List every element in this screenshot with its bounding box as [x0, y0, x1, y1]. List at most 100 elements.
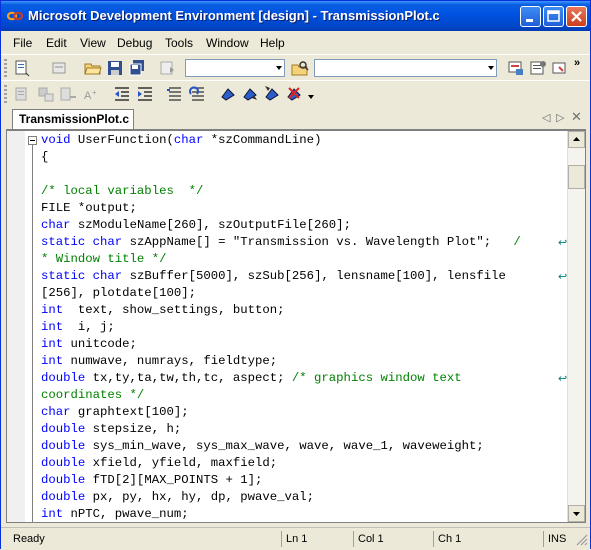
code-line[interactable]: char szModuleName[260], szOutputFile[260… [41, 217, 521, 234]
clear-bookmarks-icon[interactable] [285, 85, 303, 103]
code-line[interactable]: FILE *output; [41, 200, 521, 217]
chevron-down-icon [488, 66, 494, 70]
keyword-token: double [41, 490, 86, 504]
toolbar-options-icon[interactable] [308, 95, 315, 100]
code-line[interactable]: int text, show_settings, button; [41, 302, 521, 319]
find-in-files-icon[interactable] [291, 59, 309, 77]
scroll-tabs-right-icon[interactable]: ▷ [556, 111, 564, 124]
code-line[interactable]: void UserFunction(char *szCommandLine) [41, 132, 521, 149]
code-line[interactable]: int nPTC, pwave_num; [41, 506, 521, 522]
status-insert-mode: INS [543, 531, 573, 547]
code-token: stepsize, h; [85, 422, 182, 436]
minimize-button[interactable] [520, 6, 541, 27]
save-all-icon[interactable] [128, 59, 146, 77]
properties-icon[interactable] [529, 59, 547, 77]
scroll-down-button[interactable] [568, 505, 585, 522]
toolbar-grip[interactable] [4, 85, 7, 103]
code-line[interactable]: double px, py, hx, hy, dp, pwave_val; [41, 489, 521, 506]
menu-help[interactable]: Help [260, 36, 285, 50]
code-line[interactable]: * Window title */ [41, 251, 521, 268]
decrease-indent-icon[interactable] [113, 85, 131, 103]
redo-icon[interactable] [159, 59, 177, 77]
text-editor-toolbar: A + [1, 80, 590, 107]
scroll-tabs-left-icon[interactable]: ◁ [542, 111, 550, 124]
maximize-icon [547, 10, 560, 22]
code-token: graphtext[100]; [70, 405, 189, 419]
title-bar[interactable]: Microsoft Development Environment [desig… [1, 1, 590, 31]
vertical-scrollbar[interactable] [567, 131, 585, 522]
menu-view[interactable]: View [80, 36, 106, 50]
word-wrap-icon: ↩ [558, 238, 568, 250]
status-message: Ready [13, 533, 45, 545]
minimize-icon [526, 19, 533, 22]
tab-transmissionplot[interactable]: TransmissionPlot.c [12, 109, 134, 129]
member-list-icon[interactable] [13, 85, 31, 103]
code-line[interactable]: int i, j; [41, 319, 521, 336]
menu-window[interactable]: Window [206, 36, 249, 50]
save-icon[interactable] [106, 59, 124, 77]
code-line[interactable]: static char szBuffer[5000], szSub[256], … [41, 268, 521, 285]
solution-explorer-icon[interactable] [507, 59, 525, 77]
code-line[interactable]: /* local variables */ [41, 183, 521, 200]
code-line[interactable]: [256], plotdate[100]; [41, 285, 521, 302]
menu-file[interactable]: File [13, 36, 32, 50]
code-line[interactable]: { [41, 149, 521, 166]
code-line[interactable] [41, 166, 521, 183]
keyword-token: int [41, 507, 64, 521]
svg-text:+: + [92, 88, 97, 97]
collapse-outline-icon[interactable] [28, 136, 37, 145]
solution-config-combo[interactable] [185, 59, 285, 77]
toolbar-grip[interactable] [4, 59, 7, 77]
arrow-up-icon [573, 137, 580, 141]
close-document-icon[interactable]: ✕ [571, 109, 582, 125]
close-button[interactable] [566, 6, 587, 27]
code-editor[interactable]: void UserFunction(char *szCommandLine){ /… [6, 130, 586, 523]
code-line[interactable]: double fTD[2][MAX_POINTS + 1]; [41, 472, 521, 489]
menu-edit[interactable]: Edit [46, 36, 67, 50]
keyword-token: double [41, 456, 86, 470]
code-line[interactable]: static char szAppName[] = "Transmission … [41, 234, 521, 251]
code-line[interactable]: coordinates */ [41, 387, 521, 404]
svg-text:A: A [84, 90, 92, 102]
scroll-thumb[interactable] [568, 165, 585, 189]
keyword-token: int [41, 354, 64, 368]
editor-margin[interactable] [7, 131, 25, 522]
code-token: sys_min_wave, sys_max_wave, wave, wave_1… [85, 439, 484, 453]
comment-token: * Window title */ [41, 252, 167, 266]
scroll-up-button[interactable] [568, 131, 585, 148]
open-folder-icon[interactable] [84, 59, 102, 77]
code-line[interactable]: double stepsize, h; [41, 421, 521, 438]
toolbar-overflow-icon[interactable]: » [574, 57, 580, 69]
toggle-bookmark-icon[interactable] [219, 85, 237, 103]
maximize-button[interactable] [543, 6, 564, 27]
code-token: text, show_settings, button; [63, 303, 285, 317]
chevron-down-icon [276, 66, 282, 70]
code-line[interactable]: double tx,ty,ta,tw,th,tc, aspect; /* gra… [41, 370, 521, 387]
code-line[interactable]: int numwave, numrays, fieldtype; [41, 353, 521, 370]
code-line[interactable]: char graphtext[100]; [41, 404, 521, 421]
code-token: szAppName[] = "Transmission vs. Waveleng… [122, 235, 514, 249]
find-combo[interactable] [314, 59, 497, 77]
arrow-down-icon [573, 512, 580, 516]
parameter-info-icon[interactable] [37, 85, 55, 103]
resize-grip-icon[interactable] [576, 534, 588, 546]
comment-icon[interactable] [166, 85, 184, 103]
previous-bookmark-icon[interactable] [263, 85, 281, 103]
code-line[interactable]: double xfield, yfield, maxfield; [41, 455, 521, 472]
quick-info-icon[interactable] [59, 85, 77, 103]
add-item-icon[interactable] [50, 59, 68, 77]
menu-bar: File Edit View Debug Tools Window Help [1, 31, 590, 53]
new-project-icon[interactable] [13, 59, 31, 77]
menu-tools[interactable]: Tools [165, 36, 193, 50]
next-bookmark-icon[interactable] [241, 85, 259, 103]
code-token: px, py, hx, hy, dp, pwave_val; [85, 490, 315, 504]
code-line[interactable]: double sys_min_wave, sys_max_wave, wave,… [41, 438, 521, 455]
code-text[interactable]: void UserFunction(char *szCommandLine){ /… [41, 132, 521, 522]
code-line[interactable]: int unitcode; [41, 336, 521, 353]
increase-indent-icon[interactable] [136, 85, 154, 103]
complete-word-icon[interactable]: A + [83, 85, 101, 103]
toolbox-icon[interactable] [551, 59, 569, 77]
menu-debug[interactable]: Debug [117, 36, 152, 50]
uncomment-icon[interactable] [189, 85, 207, 103]
